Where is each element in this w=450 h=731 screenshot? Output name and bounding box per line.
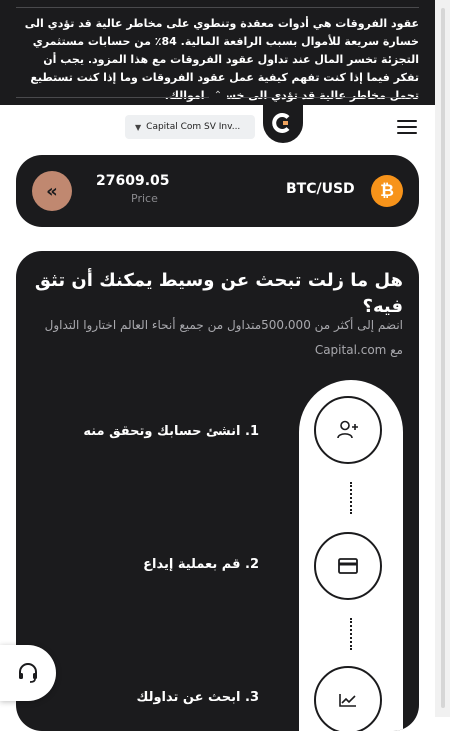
double-chevron-left-icon[interactable]: « xyxy=(32,171,72,211)
price-label: Price xyxy=(131,192,158,205)
step-label: 3. ابحث عن تداولك xyxy=(136,690,259,705)
promo-section: هل ما زلت تبحث عن وسيط يمكنك أن تثق فيه؟… xyxy=(16,251,419,731)
support-button[interactable] xyxy=(0,645,56,701)
risk-warning-banner: عقود الفروقات هي أدوات معقدة وتنطوي على … xyxy=(0,0,435,105)
chart-line-icon xyxy=(339,694,356,707)
step-circle xyxy=(314,666,382,731)
divider xyxy=(16,7,419,8)
step-circle xyxy=(314,532,382,600)
instrument-pair: BTC/USD xyxy=(286,181,355,197)
price-value: 27609.05 xyxy=(96,173,170,189)
step-connector xyxy=(350,482,352,514)
credit-card-icon xyxy=(338,558,358,574)
headset-icon xyxy=(19,663,37,683)
step-label: 2. قم بعملية إيداع xyxy=(143,557,259,572)
header: ▼ Capital Com SV Inv... xyxy=(0,103,435,150)
scrollbar-thumb[interactable] xyxy=(441,8,445,708)
account-selector-label: Capital Com SV Inv... xyxy=(146,122,241,132)
capital-com-logo[interactable] xyxy=(263,103,303,143)
hamburger-menu-icon[interactable] xyxy=(397,120,417,134)
add-user-icon xyxy=(337,420,358,439)
logo-mark-icon xyxy=(272,113,290,133)
bitcoin-icon: ₿ xyxy=(371,175,403,207)
quote-card[interactable]: « 27609.05 Price BTC/USD ₿ xyxy=(16,155,419,227)
collapse-warning-icon[interactable]: ⌃ xyxy=(209,90,227,104)
account-selector[interactable]: ▼ Capital Com SV Inv... xyxy=(125,115,255,139)
step-connector xyxy=(350,618,352,650)
caret-down-icon: ▼ xyxy=(135,122,142,132)
step-label: 1. انشئ حسابك وتحقق منه xyxy=(83,424,259,439)
step-circle xyxy=(314,396,382,464)
promo-subtitle: انضم إلى أكثر من 500،000متداول من جميع أ… xyxy=(44,318,403,357)
